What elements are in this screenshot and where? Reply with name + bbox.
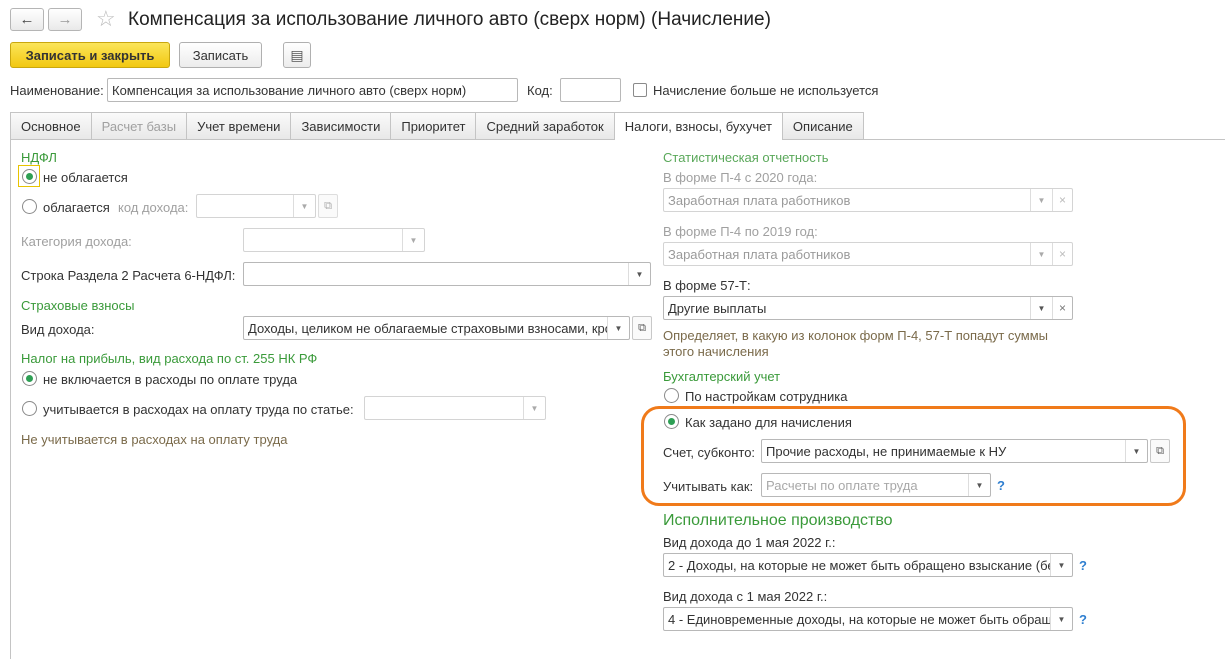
unused-label: Начисление больше не используется — [653, 83, 879, 98]
clear-icon[interactable]: × — [1052, 297, 1072, 319]
arrow-right-icon: → — [57, 11, 73, 28]
chevron-down-icon: ▼ — [1030, 297, 1052, 319]
stat-note-line1: Определяет, в какую из колонок форм П-4,… — [663, 328, 1049, 343]
before-may-select[interactable]: 2 - Доходы, на которые не может быть обр… — [663, 553, 1073, 577]
more-menu-button[interactable]: ▤ — [283, 42, 311, 68]
radio-not-taxed[interactable] — [22, 169, 37, 184]
radio-not-included[interactable] — [22, 371, 37, 386]
chevron-down-icon: ▼ — [1125, 440, 1147, 462]
name-label: Наименование: — [10, 83, 104, 98]
taxed-label: облагается — [43, 200, 110, 215]
radio-as-set[interactable] — [664, 414, 679, 429]
profit-tax-header: Налог на прибыль, вид расхода по ст. 255… — [21, 351, 318, 366]
before-may-label: Вид дохода до 1 мая 2022 г.: — [663, 535, 836, 550]
tab-priority[interactable]: Приоритет — [390, 112, 477, 139]
p4-2019-label: В форме П-4 по 2019 год: — [663, 224, 818, 239]
ndfl-header: НДФЛ — [21, 150, 57, 165]
account-as-label: Учитывать как: — [663, 479, 754, 494]
tab-dependencies[interactable]: Зависимости — [290, 112, 392, 139]
income-code-select[interactable]: ▼ — [196, 194, 316, 218]
by-employee-label: По настройкам сотрудника — [685, 389, 848, 404]
stat-note-line2: этого начисления — [663, 344, 769, 359]
not-taxed-label: не облагается — [43, 170, 128, 185]
help-icon[interactable]: ? — [1079, 612, 1087, 627]
help-icon[interactable]: ? — [997, 478, 1005, 493]
account-as-select[interactable]: Расчеты по оплате труда ▼ — [761, 473, 991, 497]
chevron-down-icon: ▼ — [628, 263, 650, 285]
list-icon: ▤ — [290, 46, 304, 63]
chevron-down-icon: ▼ — [1050, 554, 1072, 576]
after-may-label: Вид дохода с 1 мая 2022 г.: — [663, 589, 828, 604]
chevron-down-icon: ▼ — [402, 229, 424, 251]
not-included-label: не включается в расходы по оплате труда — [43, 372, 298, 387]
after-may-select[interactable]: 4 - Единовременные доходы, на которые не… — [663, 607, 1073, 631]
clear-icon[interactable]: × — [1052, 243, 1072, 265]
tab-base-calc[interactable]: Расчет базы — [90, 112, 188, 139]
name-input[interactable]: Компенсация за использование личного авт… — [107, 78, 518, 102]
f57t-label: В форме 57-Т: — [663, 278, 751, 293]
tab-bar: Основное Расчет базы Учет времени Зависи… — [10, 112, 864, 140]
chevron-down-icon: ▼ — [607, 317, 629, 339]
radio-taxed[interactable] — [22, 199, 37, 214]
row-6ndfl-select[interactable]: ▼ — [243, 262, 651, 286]
unused-checkbox[interactable] — [633, 83, 647, 97]
tab-taxes[interactable]: Налоги, взносы, бухучет — [613, 112, 783, 140]
income-type-select[interactable]: Доходы, целиком не облагаемые страховыми… — [243, 316, 630, 340]
account-select[interactable]: Прочие расходы, не принимаемые к НУ ▼ — [761, 439, 1148, 463]
income-category-label: Категория дохода: — [21, 234, 132, 249]
profit-tax-note: Не учитывается в расходах на оплату труд… — [21, 432, 288, 447]
save-button[interactable]: Записать — [179, 42, 262, 68]
income-category-select[interactable]: ▼ — [243, 228, 425, 252]
chevron-down-icon: ▼ — [1030, 243, 1052, 265]
p4-2019-select[interactable]: Заработная плата работников ▼ × — [663, 242, 1073, 266]
p4-2020-label: В форме П-4 с 2020 года: — [663, 170, 818, 185]
tab-main[interactable]: Основное — [10, 112, 92, 139]
radio-included[interactable] — [22, 401, 37, 416]
p4-2020-select[interactable]: Заработная плата работников ▼ × — [663, 188, 1073, 212]
f57t-select[interactable]: Другие выплаты ▼ × — [663, 296, 1073, 320]
accounting-header: Бухгалтерский учет — [663, 369, 781, 384]
stat-header: Статистическая отчетность — [663, 150, 829, 165]
open-icon[interactable]: ⧉ — [318, 194, 338, 218]
income-type-label: Вид дохода: — [21, 322, 95, 337]
insurance-header: Страховые взносы — [21, 298, 135, 313]
window-title: Компенсация за использование личного авт… — [128, 9, 771, 30]
help-icon[interactable]: ? — [1079, 558, 1087, 573]
included-label: учитывается в расходах на оплату труда п… — [43, 402, 354, 417]
panel-border — [10, 139, 11, 659]
enforcement-header: Исполнительное производство — [663, 512, 893, 529]
forward-button[interactable]: → — [48, 8, 82, 31]
radio-by-employee[interactable] — [664, 388, 679, 403]
as-set-label: Как задано для начисления — [685, 415, 852, 430]
chevron-down-icon: ▼ — [1050, 608, 1072, 630]
star-icon[interactable]: ☆ — [96, 6, 116, 32]
code-input[interactable] — [560, 78, 621, 102]
back-button[interactable]: ← — [10, 8, 44, 31]
arrow-left-icon: ← — [19, 11, 35, 28]
clear-icon[interactable]: × — [1052, 189, 1072, 211]
tab-description[interactable]: Описание — [781, 112, 864, 139]
open-icon[interactable]: ⧉ — [632, 316, 652, 340]
tab-average-earnings[interactable]: Средний заработок — [475, 112, 615, 139]
chevron-down-icon: ▼ — [1030, 189, 1052, 211]
expense-article-select[interactable]: ▼ — [364, 396, 546, 420]
chevron-down-icon: ▼ — [293, 195, 315, 217]
code-label: Код: — [527, 83, 553, 98]
row-6ndfl-label: Строка Раздела 2 Расчета 6-НДФЛ: — [21, 268, 236, 283]
chevron-down-icon: ▼ — [968, 474, 990, 496]
save-and-close-button[interactable]: Записать и закрыть — [10, 42, 170, 68]
account-label: Счет, субконто: — [663, 445, 756, 460]
tab-time-accounting[interactable]: Учет времени — [186, 112, 292, 139]
chevron-down-icon: ▼ — [523, 397, 545, 419]
income-code-label: код дохода: — [118, 200, 189, 215]
open-icon[interactable]: ⧉ — [1150, 439, 1170, 463]
